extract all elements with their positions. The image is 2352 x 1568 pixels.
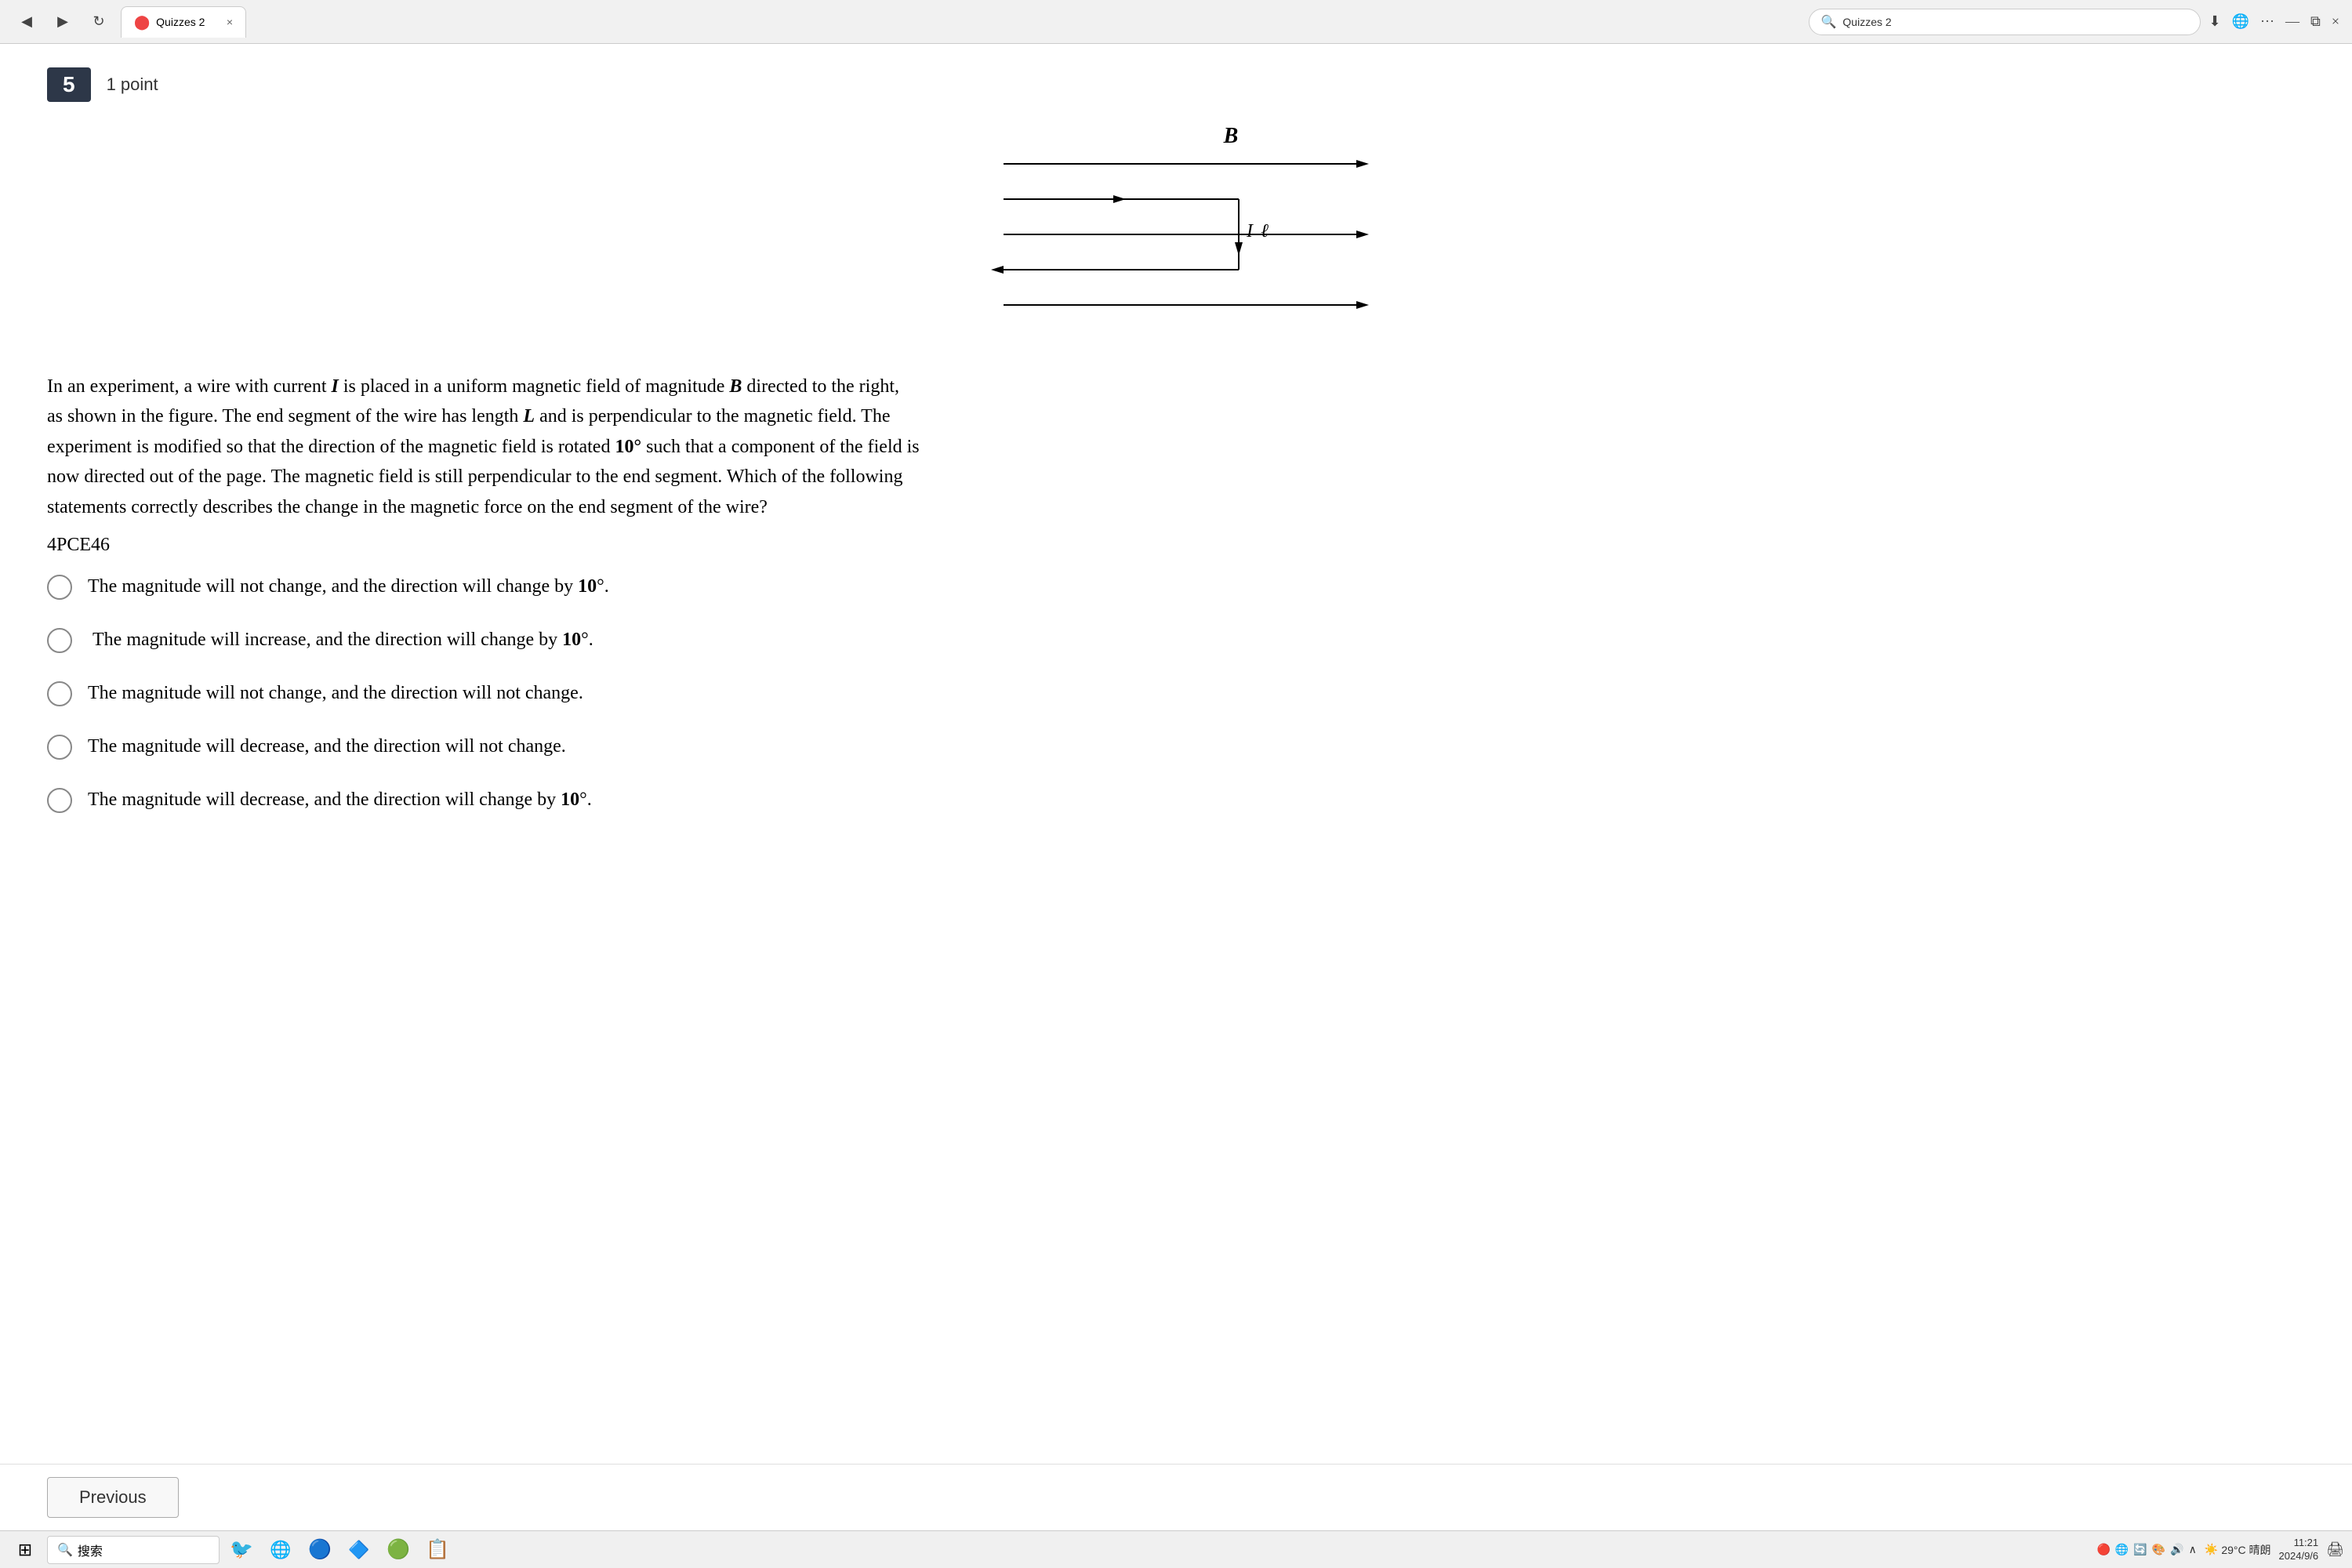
tab-bar: ⬤ Quizzes 2 × [121,6,1801,38]
question-header: 5 1 point [47,67,2305,102]
back-button[interactable]: ◀ [13,8,41,36]
address-text: Quizzes 2 [1842,16,1891,28]
radio-b[interactable] [47,628,72,653]
forward-button[interactable]: ▶ [49,8,77,36]
tray-icon-4[interactable]: 🎨 [2152,1543,2165,1556]
browser-actions: ⬇ 🌐 ··· — ⧉ × [2209,13,2339,30]
question-text: In an experiment, a wire with current I … [47,372,1458,522]
taskbar-search-icon: 🔍 [57,1542,73,1558]
answer-options: The magnitude will not change, and the d… [47,575,2305,813]
tray-icon-1[interactable]: 🔴 [2096,1543,2110,1556]
option-e[interactable]: The magnitude will decrease, and the dir… [47,788,2305,813]
taskbar: ⊞ 🔍 搜索 🐦 🌐 🔵 🔷 🟢 📋 🔴 🌐 🔄 🎨 🔊 ∧ ☀️ 29°C 晴… [0,1530,2352,1568]
option-b-text: The magnitude will increase, and the dir… [88,630,593,651]
tray-icon-5[interactable]: 🔊 [2170,1543,2183,1556]
taskbar-search[interactable]: 🔍 搜索 [47,1536,220,1564]
option-c-text: The magnitude will not change, and the d… [88,683,583,704]
menu-icon[interactable]: ··· [2260,13,2274,30]
physics-diagram: B I ℓ [902,121,1450,340]
question-number: 5 [47,67,91,102]
tab-title: Quizzes 2 [156,16,205,28]
taskbar-chrome-app[interactable]: 🌐 [263,1533,298,1567]
globe-icon[interactable]: 🌐 [2232,13,2249,30]
date-display: 2024/9/6 [2279,1550,2319,1563]
option-c[interactable]: The magnitude will not change, and the d… [47,681,2305,706]
clock-widget: 11:21 2024/9/6 [2279,1537,2319,1563]
system-tray: 🔴 🌐 🔄 🎨 🔊 ∧ [2096,1543,2196,1556]
start-button[interactable]: ⊞ [8,1533,42,1567]
taskbar-bird-app[interactable]: 🐦 [224,1533,259,1567]
radio-a[interactable] [47,575,72,600]
radio-e[interactable] [47,788,72,813]
active-tab[interactable]: ⬤ Quizzes 2 × [121,6,246,38]
taskbar-app6[interactable]: 📋 [420,1533,455,1567]
taskbar-right: 🔴 🌐 🔄 🎨 🔊 ∧ ☀️ 29°C 晴朗 11:21 2024/9/6 🖨 [2096,1537,2344,1563]
weather-widget: ☀️ 29°C 晴朗 [2205,1542,2271,1558]
svg-text:I: I [1246,221,1254,241]
notification-icon[interactable]: 🖨 [2326,1541,2344,1558]
svg-text:ℓ: ℓ [1261,221,1269,241]
option-b[interactable]: The magnitude will increase, and the dir… [47,628,2305,653]
radio-c[interactable] [47,681,72,706]
tray-icon-3[interactable]: 🔄 [2133,1543,2147,1556]
option-e-text: The magnitude will decrease, and the dir… [88,789,592,811]
diagram-container: B I ℓ [47,121,2305,340]
question-points: 1 point [107,74,158,95]
download-icon[interactable]: ⬇ [2209,13,2220,30]
option-d-text: The magnitude will decrease, and the dir… [88,736,566,757]
taskbar-app4[interactable]: 🔷 [342,1533,376,1567]
taskbar-search-text: 搜索 [78,1541,103,1559]
restore-button[interactable]: ⧉ [2310,13,2321,30]
option-a-text: The magnitude will not change, and the d… [88,576,609,597]
option-a[interactable]: The magnitude will not change, and the d… [47,575,2305,600]
close-button[interactable]: × [2332,13,2339,30]
minimize-button[interactable]: — [2285,13,2299,30]
radio-d[interactable] [47,735,72,760]
previous-button[interactable]: Previous [47,1477,179,1518]
page-content: 5 1 point B I ℓ [0,44,2352,1530]
bottom-navigation: Previous [0,1464,2352,1530]
search-icon: 🔍 [1820,14,1836,30]
question-code: 4PCE46 [47,535,2305,556]
browser-chrome: ◀ ▶ ↻ ⬤ Quizzes 2 × 🔍 Quizzes 2 ⬇ 🌐 ··· … [0,0,2352,44]
time-display: 11:21 [2279,1537,2319,1550]
tray-icon-2[interactable]: 🌐 [2115,1543,2129,1556]
weather-icon: ☀️ [2205,1543,2218,1556]
tab-favicon: ⬤ [134,14,150,31]
refresh-button[interactable]: ↻ [85,8,113,36]
svg-text:B: B [1223,124,1239,148]
option-d[interactable]: The magnitude will decrease, and the dir… [47,735,2305,760]
taskbar-edge-app[interactable]: 🔵 [303,1533,337,1567]
weather-text: 29°C 晴朗 [2221,1542,2270,1558]
tab-close-button[interactable]: × [227,16,233,28]
chevron-up-icon[interactable]: ∧ [2189,1543,2197,1556]
taskbar-app5[interactable]: 🟢 [381,1533,416,1567]
address-bar[interactable]: 🔍 Quizzes 2 [1809,9,2201,35]
